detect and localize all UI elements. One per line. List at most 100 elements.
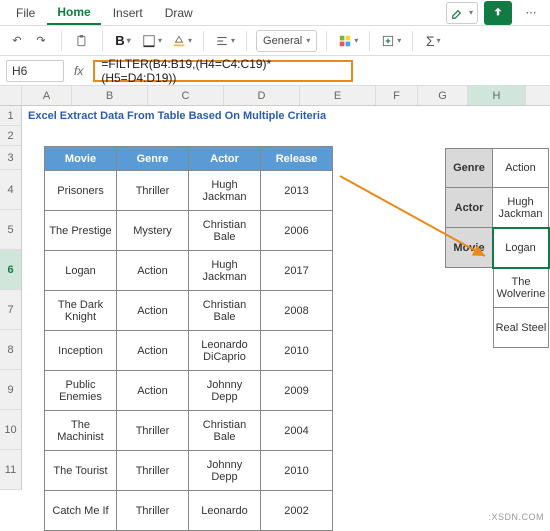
tab-draw[interactable]: Draw [155, 2, 203, 24]
share-button[interactable] [484, 1, 512, 25]
result-cell[interactable]: The Wolverine [493, 268, 549, 308]
cell-genre[interactable]: Thriller [117, 491, 189, 531]
align-button[interactable] [213, 30, 237, 52]
row-header[interactable]: 11 [0, 450, 21, 490]
cell-actor[interactable]: Christian Bale [189, 411, 261, 451]
col-header[interactable]: C [148, 86, 224, 105]
cell-genre[interactable]: Thriller [117, 171, 189, 211]
tab-insert[interactable]: Insert [103, 2, 153, 24]
cell-movie[interactable]: The Machinist [45, 411, 117, 451]
result-cell[interactable]: Real Steel [493, 308, 549, 348]
col-header[interactable]: A [22, 86, 72, 105]
cell-actor[interactable]: Hugh Jackman [189, 251, 261, 291]
col-release[interactable]: Release [261, 147, 333, 171]
autosum-button[interactable]: Σ [422, 30, 444, 52]
paste-button[interactable] [71, 30, 93, 52]
bold-button[interactable]: B [112, 30, 134, 52]
cell-genre[interactable]: Thriller [117, 451, 189, 491]
table-row[interactable]: The PrestigeMysteryChristian Bale2006 [45, 211, 333, 251]
col-header[interactable]: H [468, 86, 526, 105]
tab-home[interactable]: Home [47, 1, 100, 25]
cell-actor[interactable]: Johnny Depp [189, 451, 261, 491]
col-actor[interactable]: Actor [189, 147, 261, 171]
name-box[interactable]: H6 [6, 60, 64, 82]
cell-movie[interactable]: The Prestige [45, 211, 117, 251]
cell-genre[interactable]: Mystery [117, 211, 189, 251]
criteria-value-genre[interactable]: Action [493, 148, 549, 188]
cell-movie[interactable]: Inception [45, 331, 117, 371]
table-row[interactable]: LoganActionHugh Jackman2017 [45, 251, 333, 291]
cell-release[interactable]: 2008 [261, 291, 333, 331]
col-header[interactable]: G [418, 86, 468, 105]
cell-release[interactable]: 2006 [261, 211, 333, 251]
cell-movie[interactable]: The Dark Knight [45, 291, 117, 331]
criteria-row: Actor Hugh Jackman [445, 188, 549, 228]
row-header[interactable]: 7 [0, 290, 21, 330]
cell-actor[interactable]: Christian Bale [189, 211, 261, 251]
row-header[interactable]: 5 [0, 210, 21, 250]
criteria-row: Genre Action [445, 148, 549, 188]
col-header[interactable]: D [224, 86, 300, 105]
cell-actor[interactable]: Johnny Depp [189, 371, 261, 411]
cell-actor[interactable]: Leonardo DiCaprio [189, 331, 261, 371]
criteria-value-actor[interactable]: Hugh Jackman [493, 188, 549, 228]
cell-genre[interactable]: Action [117, 251, 189, 291]
cell-genre[interactable]: Action [117, 371, 189, 411]
cell-release[interactable]: 2013 [261, 171, 333, 211]
cell-release[interactable]: 2010 [261, 451, 333, 491]
cell-release[interactable]: 2009 [261, 371, 333, 411]
col-header[interactable]: E [300, 86, 376, 105]
cell-movie[interactable]: The Tourist [45, 451, 117, 491]
data-table[interactable]: Movie Genre Actor Release PrisonersThril… [44, 146, 333, 531]
watermark: :XSDN.COM [488, 512, 544, 522]
pen-tool[interactable]: ▾ [446, 2, 478, 24]
cell-release[interactable]: 2002 [261, 491, 333, 531]
cell-actor[interactable]: Christian Bale [189, 291, 261, 331]
cell-genre[interactable]: Action [117, 331, 189, 371]
row-header[interactable]: 8 [0, 330, 21, 370]
border-button[interactable] [140, 30, 164, 52]
cell-movie[interactable]: Catch Me If [45, 491, 117, 531]
cell-actor[interactable]: Leonardo [189, 491, 261, 531]
undo-button[interactable]: ↶ [6, 30, 28, 52]
cell-movie[interactable]: Public Enemies [45, 371, 117, 411]
row-header[interactable]: 10 [0, 410, 21, 450]
cell-actor[interactable]: Hugh Jackman [189, 171, 261, 211]
cond-format-button[interactable] [336, 30, 360, 52]
row-header[interactable]: 1 [0, 106, 21, 126]
col-movie[interactable]: Movie [45, 147, 117, 171]
fx-label[interactable]: fx [70, 64, 87, 78]
number-format-select[interactable]: General ▾ [256, 30, 317, 52]
row-header[interactable]: 2 [0, 126, 21, 146]
table-row[interactable]: Catch Me IfThrillerLeonardo2002 [45, 491, 333, 531]
row-header[interactable]: 6 [0, 250, 21, 290]
row-header[interactable]: 3 [0, 146, 21, 170]
criteria-label-actor: Actor [445, 188, 493, 228]
cell-release[interactable]: 2017 [261, 251, 333, 291]
col-header[interactable]: B [72, 86, 148, 105]
row-header[interactable]: 9 [0, 370, 21, 410]
table-row[interactable]: The TouristThrillerJohnny Depp2010 [45, 451, 333, 491]
fill-color-button[interactable] [170, 30, 194, 52]
col-header[interactable]: F [376, 86, 418, 105]
table-row[interactable]: The MachinistThrillerChristian Bale2004 [45, 411, 333, 451]
cell-release[interactable]: 2010 [261, 331, 333, 371]
insert-cells-button[interactable] [379, 30, 403, 52]
tab-file[interactable]: File [6, 2, 45, 24]
cell-genre[interactable]: Action [117, 291, 189, 331]
cell-movie[interactable]: Prisoners [45, 171, 117, 211]
redo-button[interactable]: ↷ [30, 30, 52, 52]
cell-movie[interactable]: Logan [45, 251, 117, 291]
row-header[interactable]: 4 [0, 170, 21, 210]
select-all-corner[interactable] [0, 86, 22, 105]
cell-release[interactable]: 2004 [261, 411, 333, 451]
table-row[interactable]: PrisonersThrillerHugh Jackman2013 [45, 171, 333, 211]
cell-genre[interactable]: Thriller [117, 411, 189, 451]
active-cell[interactable]: Logan [493, 228, 549, 268]
table-row[interactable]: The Dark KnightActionChristian Bale2008 [45, 291, 333, 331]
formula-input[interactable]: =FILTER(B4:B19,(H4=C4:C19)*(H5=D4:D19)) [93, 60, 353, 82]
col-genre[interactable]: Genre [117, 147, 189, 171]
more-icon[interactable]: ⋯ [518, 2, 544, 24]
table-row[interactable]: InceptionActionLeonardo DiCaprio2010 [45, 331, 333, 371]
table-row[interactable]: Public EnemiesActionJohnny Depp2009 [45, 371, 333, 411]
